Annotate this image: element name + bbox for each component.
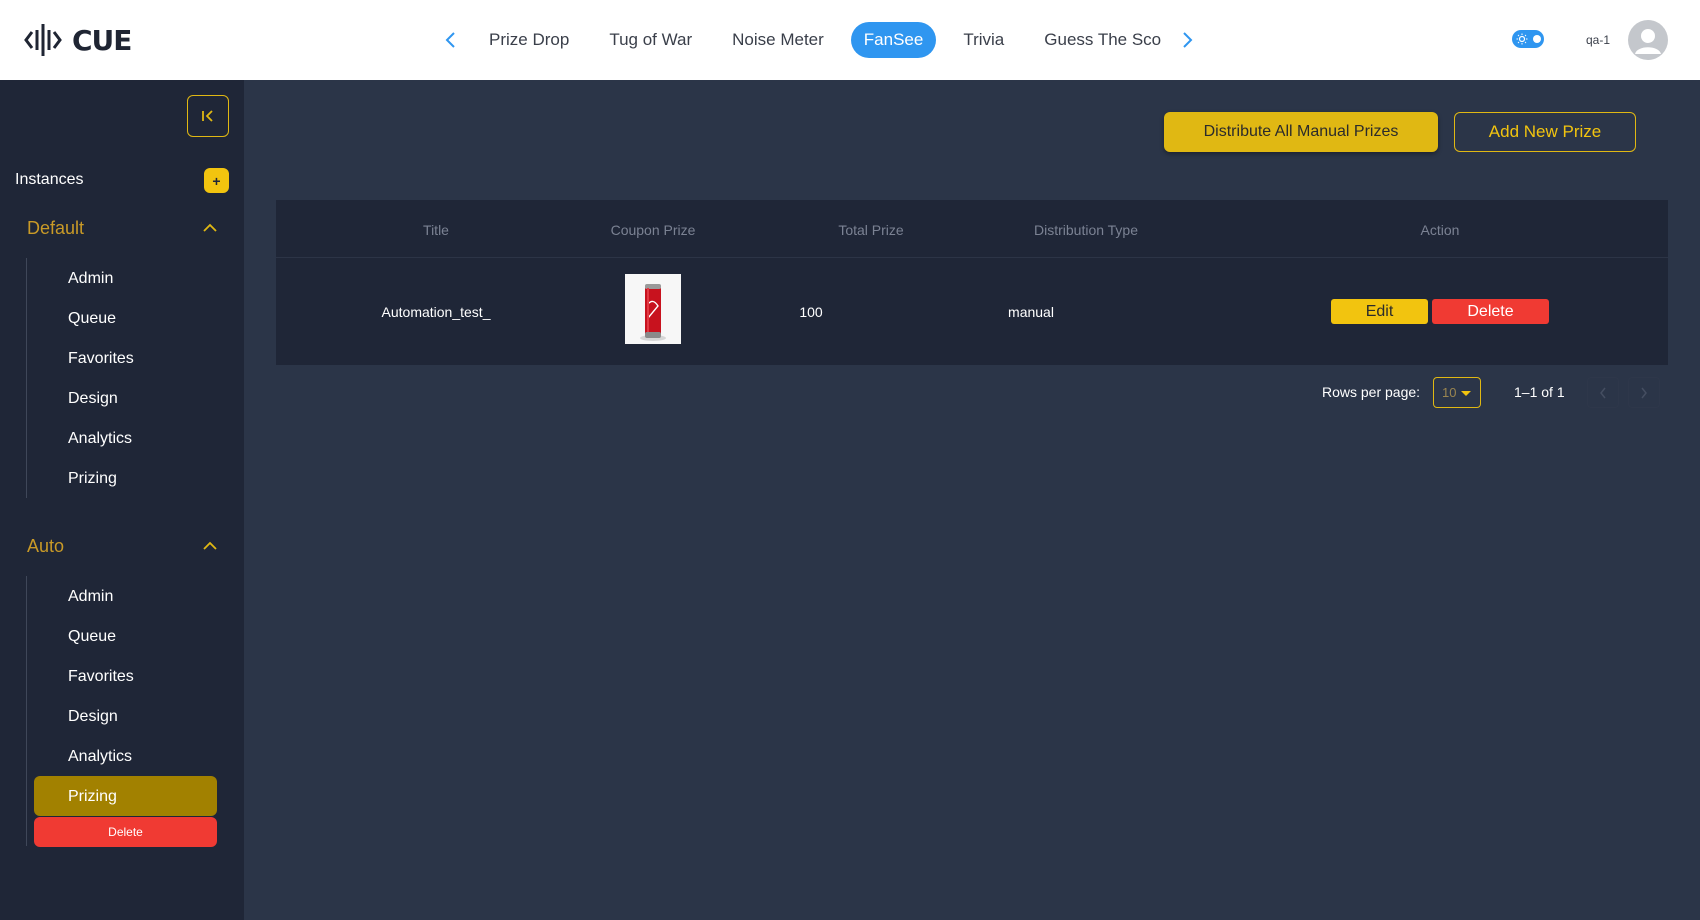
sidebar-item-queue[interactable]: Queue: [68, 310, 116, 328]
caret-down-icon: [1461, 391, 1471, 396]
sidebar-item-admin[interactable]: Admin: [68, 270, 113, 288]
cell-distribution-type: manual: [1008, 304, 1054, 320]
tab-prize-drop[interactable]: Prize Drop: [476, 22, 582, 58]
group-line-default: [26, 258, 27, 498]
delete-instance-button[interactable]: Delete: [34, 817, 217, 847]
next-page-button[interactable]: [1628, 377, 1660, 408]
column-header-title: Title: [423, 222, 449, 238]
sidebar-item-queue[interactable]: Queue: [68, 628, 116, 646]
rows-per-page-select[interactable]: 10: [1433, 377, 1481, 408]
distribute-all-button[interactable]: Distribute All Manual Prizes: [1164, 112, 1438, 152]
toggle-knob: [1533, 35, 1541, 43]
chevron-left-icon: [1600, 387, 1606, 398]
sidebar-item-active-bg[interactable]: [34, 776, 217, 816]
nav-next-button[interactable]: [1176, 28, 1200, 52]
add-instance-button[interactable]: +: [204, 168, 229, 193]
rows-per-page-label: Rows per page:: [1322, 384, 1421, 400]
tab-fansee[interactable]: FanSee: [850, 22, 937, 58]
coupon-prize-image: [625, 274, 681, 344]
edit-prize-button[interactable]: Edit: [1331, 299, 1428, 324]
rows-per-page-value: 10: [1442, 385, 1457, 400]
sidebar-item-favorites[interactable]: Favorites: [68, 668, 134, 686]
sidebar-item-admin[interactable]: Admin: [68, 588, 113, 606]
sidebar-item-design[interactable]: Design: [68, 708, 118, 726]
top-bar: CUE Prize Drop Tug of War Noise Meter Fa…: [0, 0, 1700, 80]
sidebar-item-favorites[interactable]: Favorites: [68, 350, 134, 368]
group-line-auto: [26, 576, 27, 846]
app-logo[interactable]: CUE: [24, 20, 132, 60]
avatar[interactable]: [1628, 20, 1668, 60]
chevron-left-icon: [445, 32, 455, 48]
chevron-up-icon[interactable]: [201, 540, 219, 552]
collapse-left-icon: [202, 110, 213, 122]
group-title-auto[interactable]: Auto: [27, 536, 64, 557]
tab-noise-meter[interactable]: Noise Meter: [719, 22, 837, 58]
header-divider: [276, 257, 1668, 258]
soda-can-icon: [625, 274, 681, 344]
sidebar-item-analytics[interactable]: Analytics: [68, 748, 132, 766]
tab-trivia[interactable]: Trivia: [950, 22, 1017, 58]
cell-total-prize: 100: [799, 304, 823, 320]
prize-table: Title Coupon Prize Total Prize Distribut…: [276, 200, 1668, 365]
column-header-action: Action: [1420, 222, 1460, 238]
theme-toggle[interactable]: [1512, 30, 1544, 48]
chevron-right-icon: [1641, 387, 1647, 398]
sidebar-item-prizing[interactable]: Prizing: [68, 470, 117, 488]
tab-guess-the-score[interactable]: Guess The Score: [1031, 22, 1162, 58]
cell-title: Automation_test_: [381, 304, 491, 320]
add-new-prize-button[interactable]: Add New Prize: [1454, 112, 1636, 152]
column-header-distribution-type: Distribution Type: [1033, 222, 1138, 238]
delete-prize-button[interactable]: Delete: [1432, 299, 1549, 324]
instances-label: Instances: [15, 171, 84, 188]
chevron-right-icon: [1183, 32, 1193, 48]
game-nav: Prize Drop Tug of War Noise Meter FanSee…: [438, 20, 1200, 60]
nav-prev-button[interactable]: [438, 28, 462, 52]
logo-text: CUE: [72, 23, 132, 57]
cue-logo-icon: [24, 24, 62, 56]
sun-icon: [1516, 33, 1528, 45]
group-title-default[interactable]: Default: [27, 218, 84, 239]
collapse-sidebar-button[interactable]: [187, 95, 229, 137]
user-name: qa-1: [1586, 33, 1611, 47]
tab-tug-of-war[interactable]: Tug of War: [596, 22, 705, 58]
user-avatar-icon: [1635, 29, 1661, 54]
sidebar-item-analytics[interactable]: Analytics: [68, 430, 132, 448]
column-header-coupon-prize: Coupon Prize: [610, 222, 696, 238]
chevron-up-icon[interactable]: [201, 222, 219, 234]
sidebar-item-prizing-active[interactable]: Prizing: [68, 788, 117, 806]
sidebar: Instances + Default Admin Queue Favorite…: [0, 80, 244, 920]
column-header-total-prize: Total Prize: [838, 222, 904, 238]
sidebar-item-design[interactable]: Design: [68, 390, 118, 408]
previous-page-button[interactable]: [1587, 377, 1619, 408]
pagination-range: 1–1 of 1: [1514, 384, 1565, 400]
nav-tabs: Prize Drop Tug of War Noise Meter FanSee…: [476, 22, 1162, 58]
